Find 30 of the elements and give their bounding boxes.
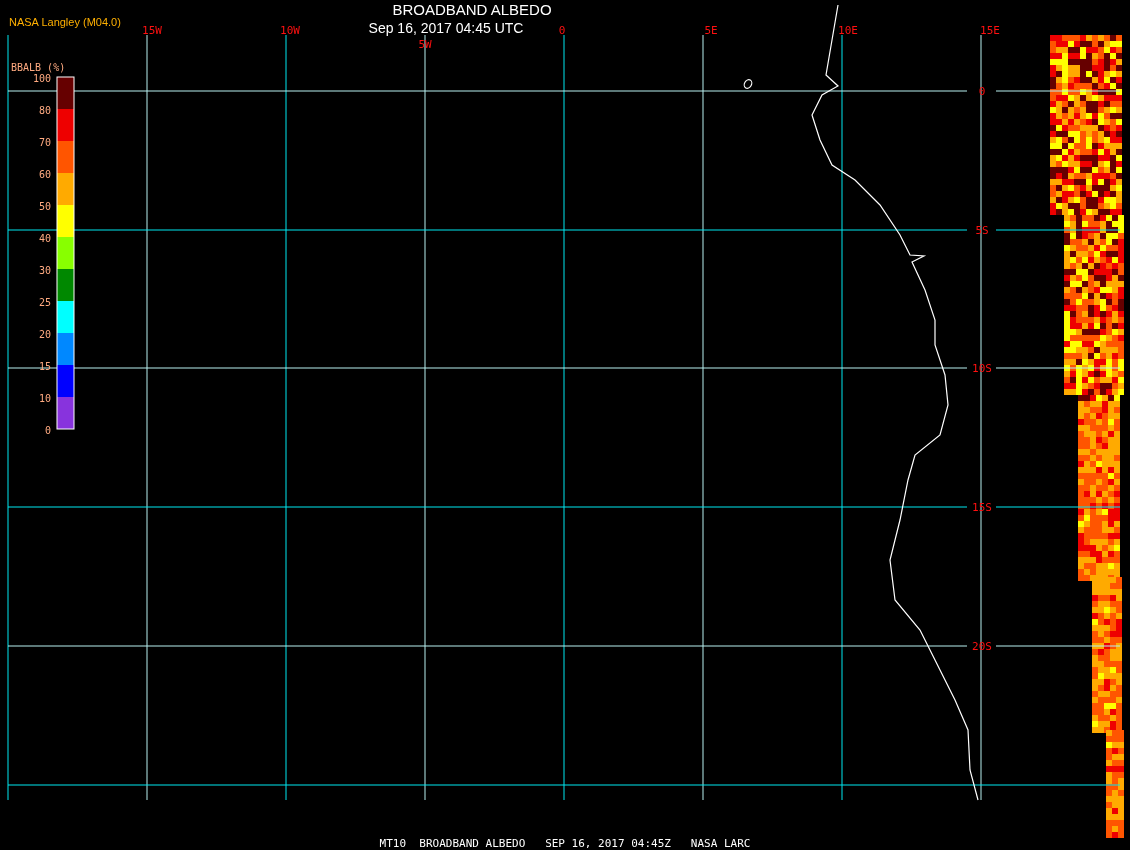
legend-value: 30 (38, 265, 51, 276)
timestamp: Sep 16, 2017 04:45 UTC (368, 20, 524, 36)
map-title: BROADBAND ALBEDO (392, 1, 552, 18)
latitude-label: 20S (972, 640, 992, 653)
legend-value: 15 (38, 361, 51, 372)
legend-value: 50 (38, 201, 51, 212)
legend-title: BBALB (%) (11, 62, 66, 73)
latitude-label: 5S (975, 224, 989, 237)
legend-value: 0 (44, 425, 51, 436)
legend-value: 40 (38, 233, 51, 244)
longitude-label: 10E (838, 24, 858, 37)
source-label: NASA Langley (M04.0) (9, 16, 121, 28)
latitude-label: 0 (978, 85, 986, 98)
island-drawing (743, 79, 753, 89)
latitude-label: 10S (972, 362, 992, 375)
legend-value: 100 (32, 73, 51, 84)
longitude-label: 10W (280, 24, 300, 37)
longitude-label: 15W (142, 24, 162, 37)
legend-value: 70 (38, 137, 51, 148)
legend-value: 10 (38, 393, 51, 404)
legend-value: 80 (38, 105, 51, 116)
longitude-label: 5E (704, 24, 718, 37)
longitude-label: 0 (558, 24, 566, 37)
longitude-label: 15E (980, 24, 1000, 37)
footer-caption: MT10 BROADBAND ALBEDO SEP 16, 2017 04:45Z NASA LARC (379, 837, 751, 850)
legend-value: 20 (38, 329, 51, 340)
legend-value: 25 (38, 297, 51, 308)
latitude-label: 15S (972, 501, 992, 514)
longitude-label: 5W (418, 38, 432, 51)
legend-value: 60 (38, 169, 51, 180)
